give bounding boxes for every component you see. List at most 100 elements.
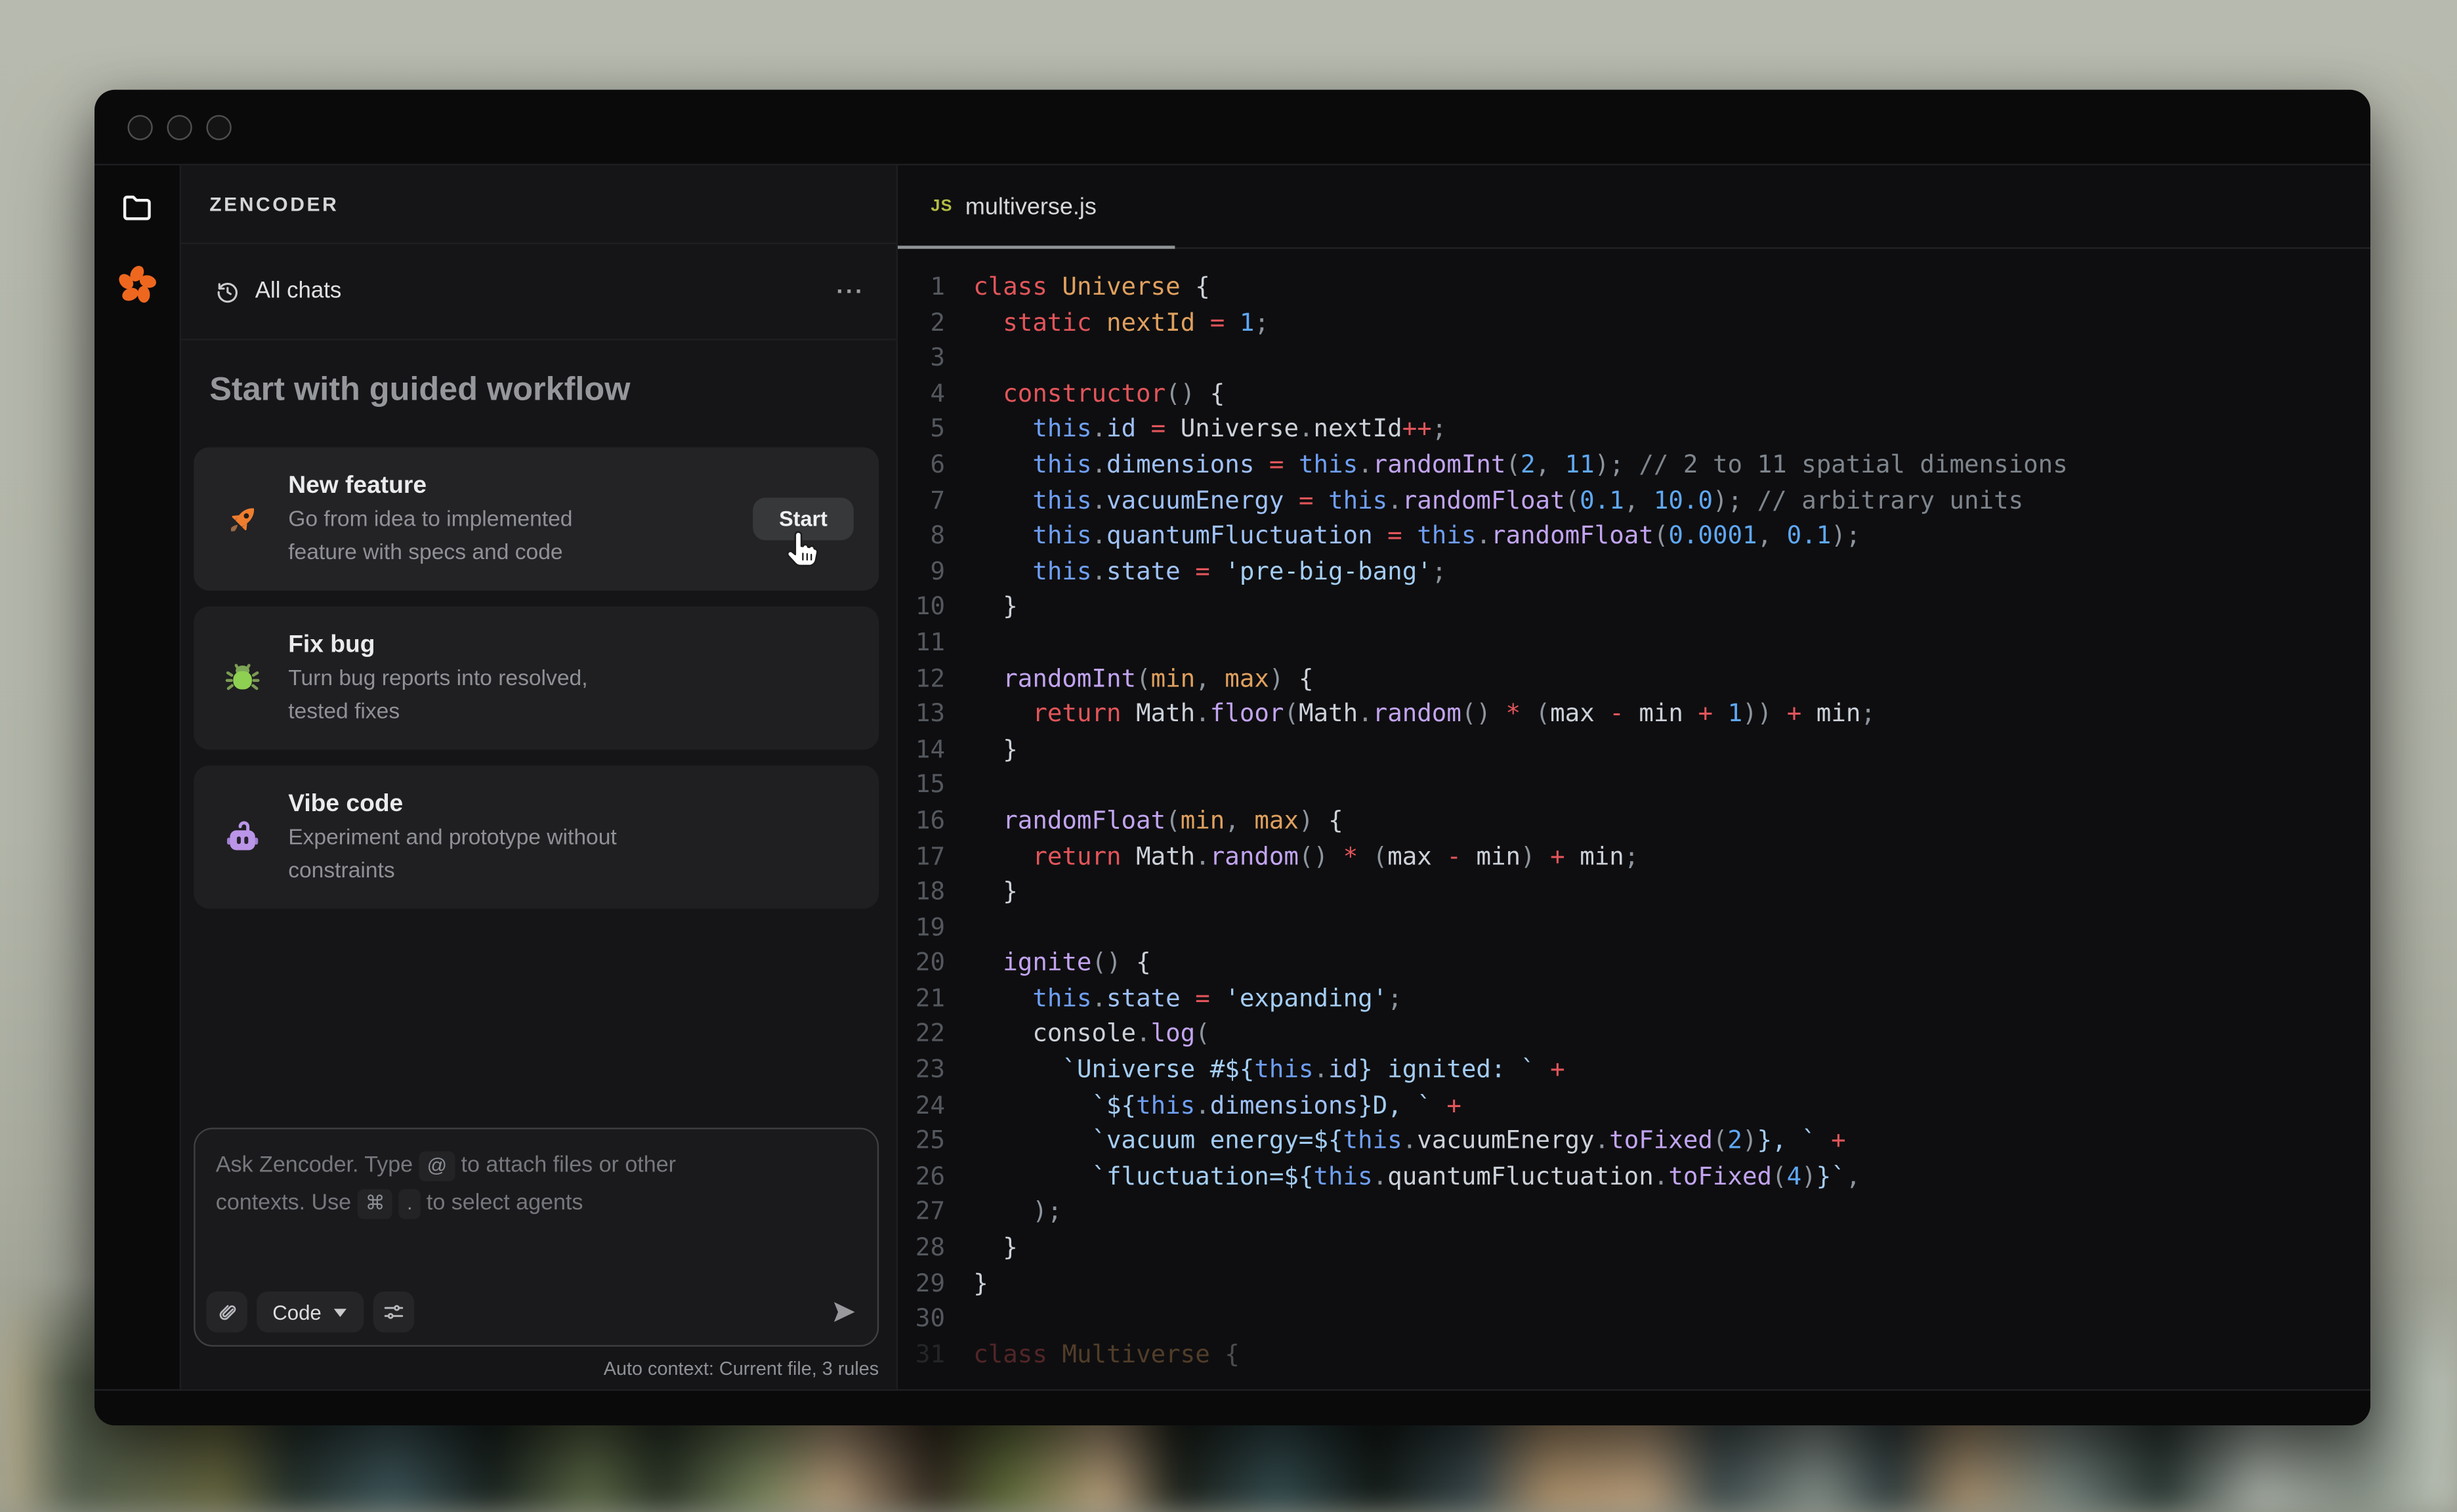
code-line: 10 }: [898, 589, 2370, 625]
line-number: 5: [898, 411, 945, 447]
dot-key-chip: .: [399, 1188, 420, 1219]
code-line: 28 }: [898, 1230, 2370, 1265]
line-number: 6: [898, 448, 945, 483]
code-editor[interactable]: 1class Universe {2 static nextId = 1;34 …: [898, 269, 2370, 1372]
sidebar: ZENCODER All chats ··· Start with guided…: [181, 165, 898, 1389]
at-key-chip: @: [419, 1151, 455, 1181]
history-clock-icon: [214, 278, 241, 305]
code-line: 8 this.quantumFluctuation = this.randomF…: [898, 518, 2370, 554]
code-line: 2 static nextId = 1;: [898, 305, 2370, 341]
line-number: 21: [898, 981, 945, 1017]
cmd-key-chip: ⌘: [358, 1188, 393, 1219]
rocket-icon: [222, 499, 262, 539]
line-number: 11: [898, 625, 945, 661]
code-line: 17 return Math.random() * (max - min) + …: [898, 839, 2370, 874]
code-line: 13 return Math.floor(Math.random() * (ma…: [898, 696, 2370, 732]
close-window-button[interactable]: [127, 114, 152, 139]
line-number: 29: [898, 1266, 945, 1301]
bug-icon: [222, 658, 262, 698]
zoom-window-button[interactable]: [206, 114, 231, 139]
line-number: 12: [898, 661, 945, 696]
code-editor-pane: JS multiverse.js 1class Universe {2 stat…: [898, 165, 2370, 1389]
line-number: 30: [898, 1301, 945, 1337]
line-number: 4: [898, 376, 945, 411]
code-line: 22 console.log(: [898, 1017, 2370, 1052]
line-number: 23: [898, 1052, 945, 1087]
code-line: 24 `${this.dimensions}D, ` +: [898, 1088, 2370, 1124]
chevron-down-icon: [333, 1307, 348, 1318]
chats-menu-button[interactable]: ···: [836, 278, 864, 305]
code-line: 1class Universe {: [898, 269, 2370, 304]
code-line: 25 `vacuum energy=${this.vacuumEnergy.to…: [898, 1124, 2370, 1159]
settings-sliders-button[interactable]: [373, 1292, 414, 1332]
card-title: Vibe code: [288, 791, 403, 818]
send-button[interactable]: [830, 1298, 858, 1326]
code-line: 11: [898, 625, 2370, 661]
paperclip-icon: [215, 1300, 239, 1324]
line-number: 10: [898, 589, 945, 625]
code-line: 5 this.id = Universe.nextId++;: [898, 411, 2370, 447]
line-number: 9: [898, 554, 945, 589]
line-number: 16: [898, 803, 945, 839]
javascript-file-icon: JS: [931, 197, 952, 216]
app-name: ZENCODER: [209, 193, 339, 215]
screen: ZENCODER All chats ··· Start with guided…: [0, 0, 2457, 1512]
code-line: 23 `Universe #${this.id} ignited: ` +: [898, 1052, 2370, 1087]
card-title: New feature: [288, 472, 427, 499]
window-bottom-bar: [94, 1389, 2370, 1425]
code-line: 27 );: [898, 1194, 2370, 1230]
pointer-hand-cursor: [778, 529, 822, 573]
line-number: 3: [898, 341, 945, 376]
line-number: 13: [898, 696, 945, 732]
code-line: 31class Multiverse {: [898, 1337, 2370, 1372]
zencoder-window: ZENCODER All chats ··· Start with guided…: [94, 90, 2370, 1425]
line-number: 26: [898, 1159, 945, 1194]
line-number: 25: [898, 1124, 945, 1159]
auto-context-status: Auto context: Current file, 3 rules: [604, 1358, 879, 1380]
editor-tabbar: JS multiverse.js: [898, 165, 2370, 249]
code-line: 4 constructor() {: [898, 376, 2370, 411]
sliders-icon: [381, 1299, 406, 1324]
code-line: 6 this.dimensions = this.randomInt(2, 11…: [898, 448, 2370, 483]
attach-file-button[interactable]: [206, 1292, 247, 1332]
card-fix-bug[interactable]: Fix bug Turn bug reports into resolved, …: [194, 606, 879, 749]
tab-filename: multiverse.js: [965, 193, 1097, 220]
code-line: 29}: [898, 1266, 2370, 1301]
minimize-window-button[interactable]: [167, 114, 192, 139]
files-rail-button[interactable]: [119, 190, 154, 225]
code-line: 14 }: [898, 732, 2370, 767]
code-line: 21 this.state = 'expanding';: [898, 981, 2370, 1017]
mode-label: Code: [272, 1300, 322, 1324]
code-line: 19: [898, 910, 2370, 945]
window-titlebar: [94, 90, 2370, 165]
line-number: 2: [898, 305, 945, 341]
chat-input[interactable]: Ask Zencoder. Type @ to attach files or …: [194, 1127, 879, 1347]
code-line: 26 `fluctuation=${this.quantumFluctuatio…: [898, 1159, 2370, 1194]
code-line: 15: [898, 768, 2370, 803]
line-number: 24: [898, 1088, 945, 1124]
line-number: 18: [898, 874, 945, 910]
line-number: 7: [898, 483, 945, 518]
line-number: 17: [898, 839, 945, 874]
code-line: 7 this.vacuumEnergy = this.randomFloat(0…: [898, 483, 2370, 518]
composer-toolbar: Code: [206, 1292, 858, 1332]
line-number: 8: [898, 518, 945, 554]
zencoder-rail-button[interactable]: [117, 264, 158, 305]
line-number: 20: [898, 946, 945, 981]
line-number: 22: [898, 1017, 945, 1052]
mode-dropdown[interactable]: Code: [257, 1292, 364, 1332]
sidebar-content: Start with guided workflow: [181, 340, 896, 1389]
line-number: 14: [898, 732, 945, 767]
line-number: 19: [898, 910, 945, 945]
window-body: ZENCODER All chats ··· Start with guided…: [94, 165, 2370, 1389]
card-title: Fix bug: [288, 631, 375, 658]
all-chats-row[interactable]: All chats ···: [181, 244, 896, 340]
line-number: 1: [898, 269, 945, 304]
code-line: 20 ignite() {: [898, 946, 2370, 981]
code-line: 30: [898, 1301, 2370, 1337]
tab-multiverse-js[interactable]: JS multiverse.js: [898, 165, 1175, 247]
line-number: 27: [898, 1194, 945, 1230]
card-new-feature[interactable]: New feature Go from idea to implemented …: [194, 448, 879, 591]
card-vibe-code[interactable]: Vibe code Experiment and prototype witho…: [194, 765, 879, 908]
card-description: Go from idea to implemented feature with…: [288, 503, 753, 569]
